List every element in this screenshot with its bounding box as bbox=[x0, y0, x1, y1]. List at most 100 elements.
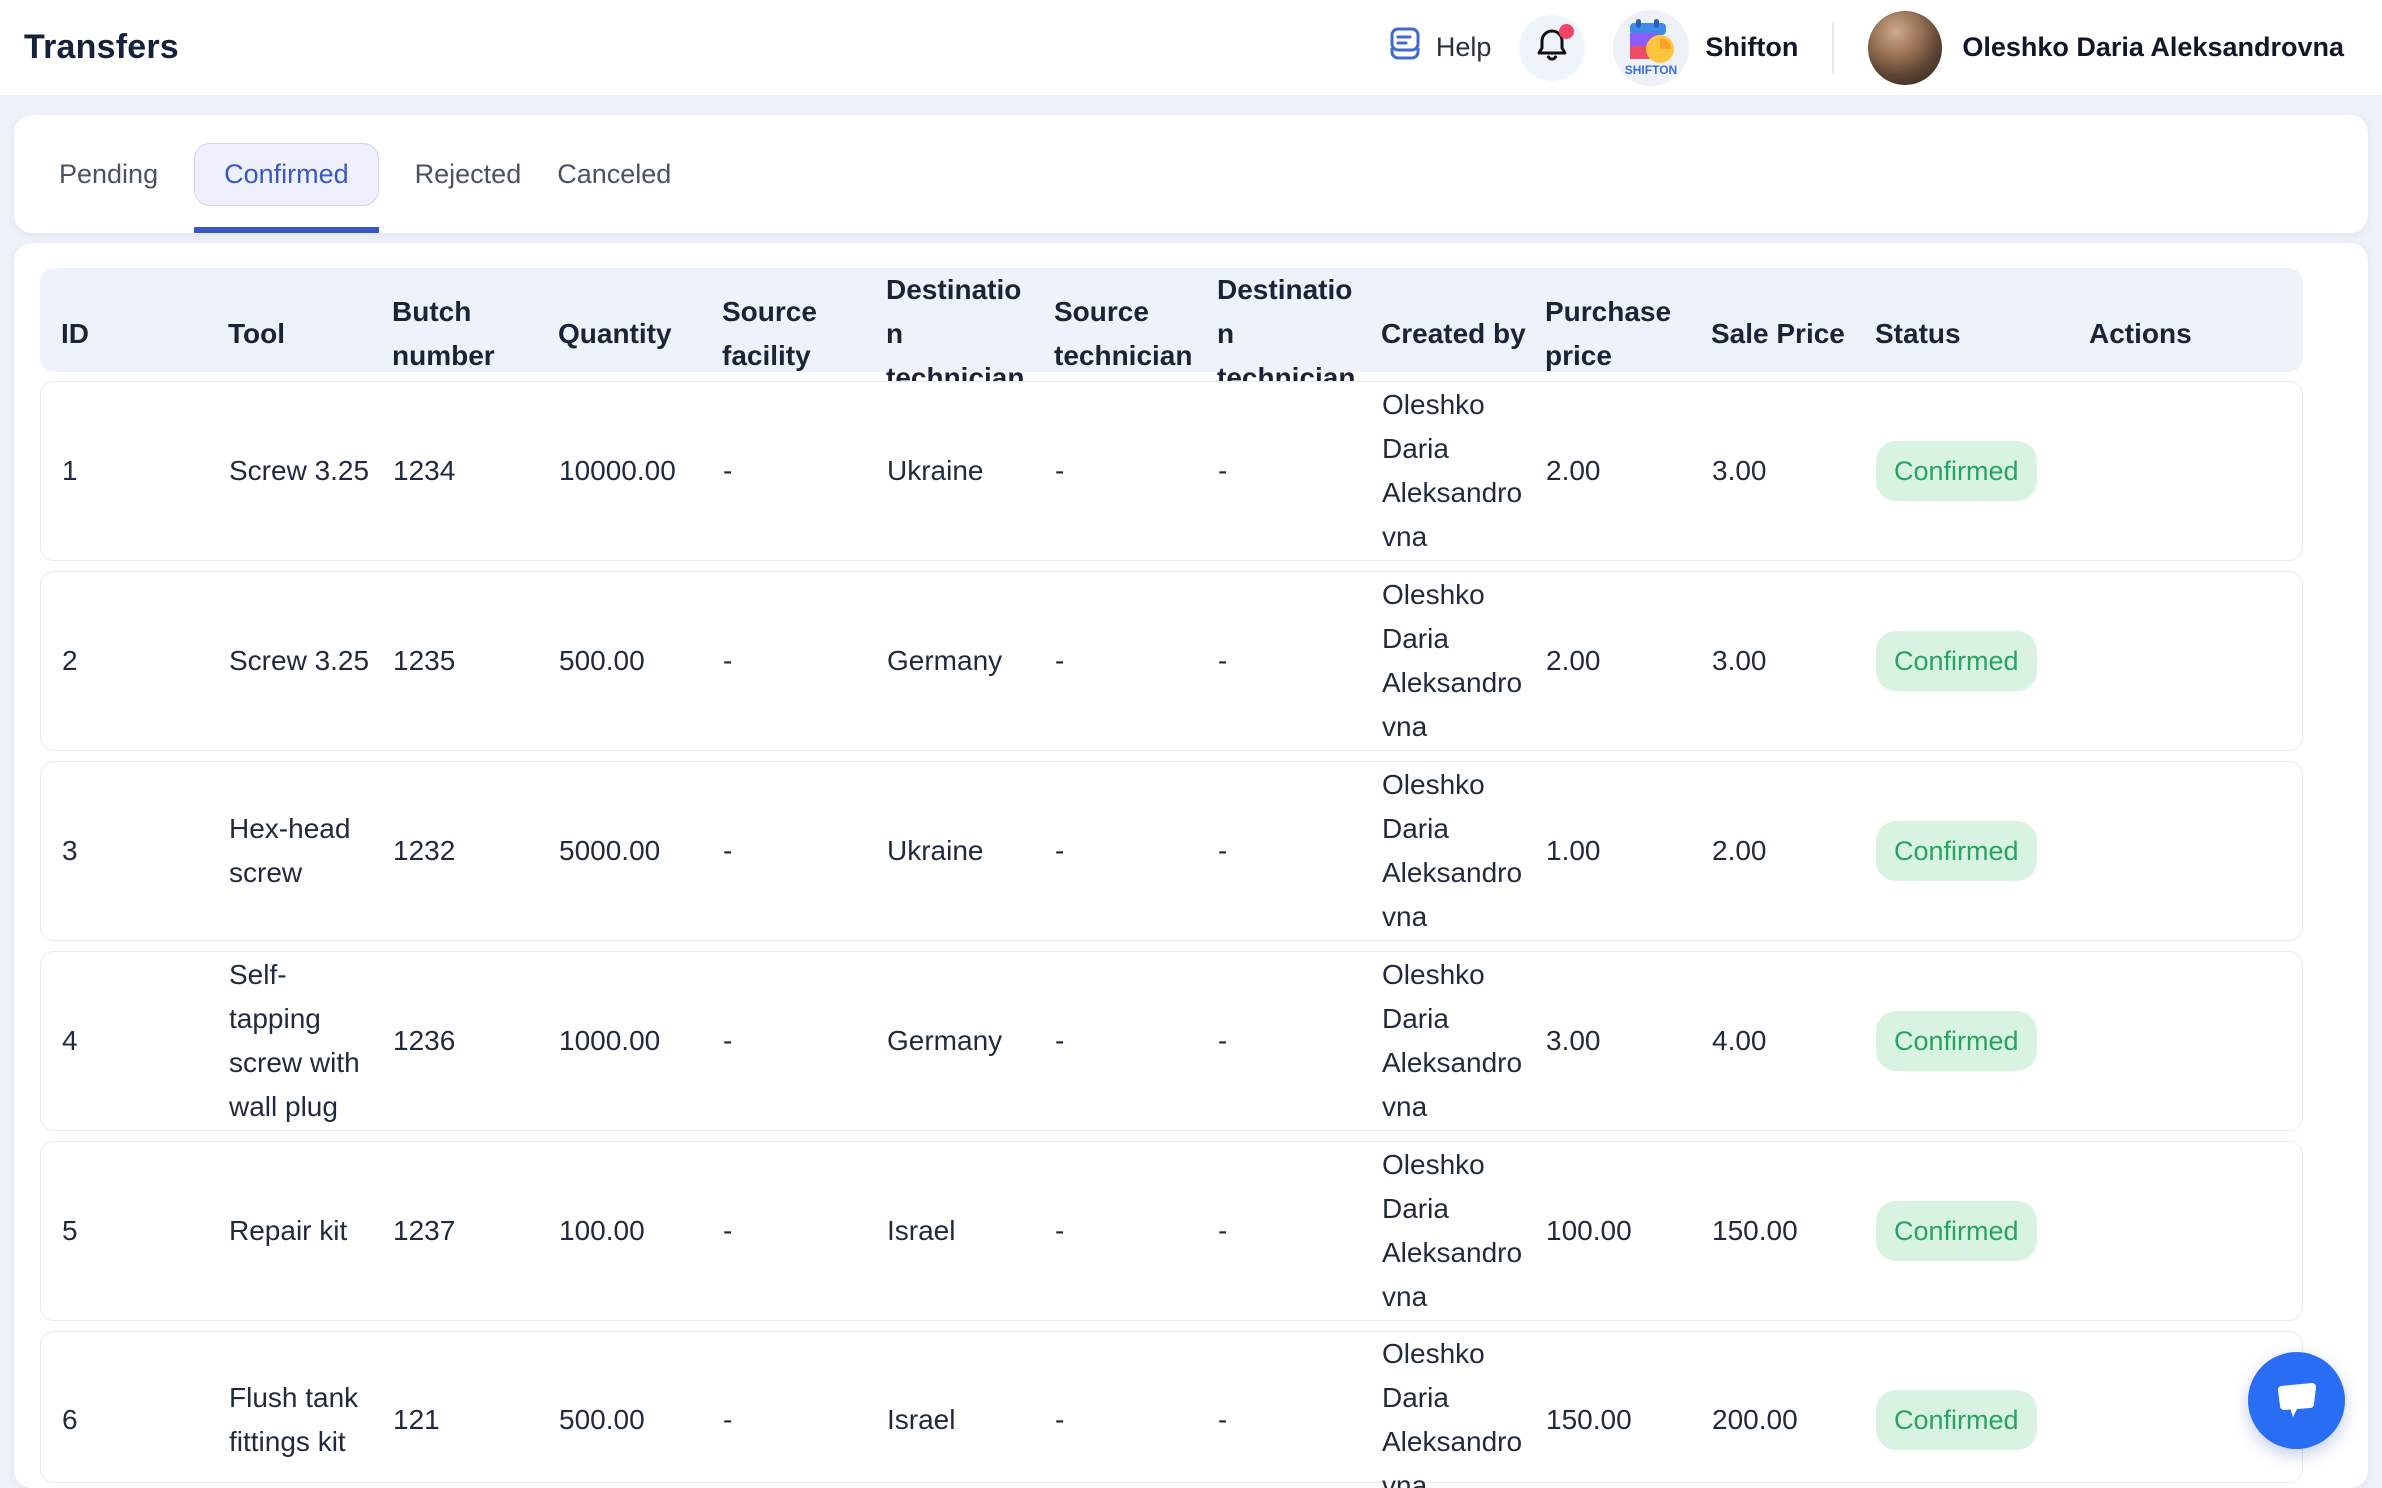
user-menu[interactable]: Oleshko Daria Aleksandrovna bbox=[1868, 11, 2344, 85]
cell-purchase-price: 150.00 bbox=[1546, 1398, 1712, 1442]
cell-destination-technician: Germany bbox=[887, 1019, 1055, 1063]
cell-purchase-price: 3.00 bbox=[1546, 1019, 1712, 1063]
cell-source-facility: - bbox=[723, 449, 887, 493]
col-id: ID bbox=[61, 312, 228, 356]
cell-id: 1 bbox=[62, 449, 229, 493]
table-row[interactable]: 4 Self-tapping screw with wall plug 1236… bbox=[40, 951, 2303, 1131]
cell-tool: Self-tapping screw with wall plug bbox=[229, 953, 393, 1129]
cell-sale-price: 200.00 bbox=[1712, 1398, 1876, 1442]
brand-name: Shifton bbox=[1705, 32, 1798, 63]
cell-tool: Screw 3.25 bbox=[229, 639, 393, 683]
cell-purchase-price: 1.00 bbox=[1546, 829, 1712, 873]
cell-destination-technician-2: - bbox=[1218, 639, 1382, 683]
tab-rejected[interactable]: Rejected bbox=[415, 115, 522, 233]
cell-created-by: Oleshko Daria Aleksandrovna bbox=[1382, 573, 1546, 749]
cell-quantity: 500.00 bbox=[559, 639, 723, 683]
chat-button[interactable] bbox=[2248, 1352, 2345, 1449]
table-row[interactable]: 1 Screw 3.25 1234 10000.00 - Ukraine - -… bbox=[40, 381, 2303, 561]
notification-badge bbox=[1559, 24, 1574, 39]
cell-sale-price: 3.00 bbox=[1712, 449, 1876, 493]
cell-tool: Repair kit bbox=[229, 1209, 393, 1253]
cell-destination-technician-2: - bbox=[1218, 829, 1382, 873]
status-badge: Confirmed bbox=[1876, 1201, 2037, 1261]
cell-sale-price: 4.00 bbox=[1712, 1019, 1876, 1063]
cell-sale-price: 3.00 bbox=[1712, 639, 1876, 683]
cell-status: Confirmed bbox=[1876, 1011, 2090, 1071]
col-status: Status bbox=[1875, 312, 2089, 356]
brand[interactable]: SHIFTON Shifton bbox=[1613, 10, 1798, 86]
cell-source-technician: - bbox=[1055, 829, 1218, 873]
tab-pending-label: Pending bbox=[59, 144, 158, 205]
table-header-row: ID Tool Butch number Quantity Source fac… bbox=[40, 268, 2303, 372]
topbar: Transfers Help bbox=[0, 0, 2382, 95]
cell-butch-number: 1235 bbox=[393, 639, 559, 683]
col-quantity: Quantity bbox=[558, 312, 722, 356]
cell-quantity: 1000.00 bbox=[559, 1019, 723, 1063]
status-tabs-bar: Pending Confirmed Rejected Canceled bbox=[14, 115, 2368, 233]
cell-created-by: Oleshko Daria Aleksandrovna bbox=[1382, 383, 1546, 559]
cell-source-technician: - bbox=[1055, 639, 1218, 683]
svg-text:SHIFTON: SHIFTON bbox=[1625, 63, 1677, 77]
avatar bbox=[1868, 11, 1942, 85]
cell-status: Confirmed bbox=[1876, 1201, 2090, 1261]
cell-butch-number: 1236 bbox=[393, 1019, 559, 1063]
cell-source-facility: - bbox=[723, 829, 887, 873]
cell-butch-number: 1234 bbox=[393, 449, 559, 493]
cell-destination-technician-2: - bbox=[1218, 449, 1382, 493]
user-name: Oleshko Daria Aleksandrovna bbox=[1962, 32, 2344, 63]
table-row[interactable]: 2 Screw 3.25 1235 500.00 - Germany - - O… bbox=[40, 571, 2303, 751]
cell-status: Confirmed bbox=[1876, 821, 2090, 881]
cell-tool: Screw 3.25 bbox=[229, 449, 393, 493]
tab-canceled[interactable]: Canceled bbox=[557, 115, 671, 233]
table-row[interactable]: 3 Hex-head screw 1232 5000.00 - Ukraine … bbox=[40, 761, 2303, 941]
tab-confirmed[interactable]: Confirmed bbox=[194, 115, 379, 233]
tab-pending[interactable]: Pending bbox=[59, 115, 158, 233]
cell-destination-technician: Israel bbox=[887, 1398, 1055, 1442]
cell-created-by: Oleshko Daria Aleksandrovna bbox=[1382, 1332, 1546, 1488]
cell-source-technician: - bbox=[1055, 1398, 1218, 1442]
cell-destination-technician: Ukraine bbox=[887, 829, 1055, 873]
cell-butch-number: 121 bbox=[393, 1398, 559, 1442]
help-label: Help bbox=[1436, 32, 1492, 63]
cell-purchase-price: 2.00 bbox=[1546, 639, 1712, 683]
status-badge: Confirmed bbox=[1876, 821, 2037, 881]
cell-source-technician: - bbox=[1055, 449, 1218, 493]
cell-quantity: 5000.00 bbox=[559, 829, 723, 873]
cell-purchase-price: 2.00 bbox=[1546, 449, 1712, 493]
cell-status: Confirmed bbox=[1876, 1390, 2090, 1450]
cell-quantity: 500.00 bbox=[559, 1398, 723, 1442]
transfers-table: ID Tool Butch number Quantity Source fac… bbox=[14, 243, 2368, 1488]
col-actions: Actions bbox=[2089, 312, 2303, 356]
table-row[interactable]: 6 Flush tank fittings kit 121 500.00 - I… bbox=[40, 1331, 2303, 1483]
cell-source-facility: - bbox=[723, 1019, 887, 1063]
cell-source-technician: - bbox=[1055, 1209, 1218, 1253]
cell-created-by: Oleshko Daria Aleksandrovna bbox=[1382, 1143, 1546, 1319]
cell-id: 2 bbox=[62, 639, 229, 683]
col-source-technician: Source technician bbox=[1054, 290, 1217, 378]
cell-tool: Flush tank fittings kit bbox=[229, 1376, 393, 1464]
cell-id: 4 bbox=[62, 1019, 229, 1063]
status-badge: Confirmed bbox=[1876, 631, 2037, 691]
cell-status: Confirmed bbox=[1876, 441, 2090, 501]
table-body: 1 Screw 3.25 1234 10000.00 - Ukraine - -… bbox=[40, 381, 2342, 1483]
cell-destination-technician-2: - bbox=[1218, 1019, 1382, 1063]
status-badge: Confirmed bbox=[1876, 441, 2037, 501]
cell-tool: Hex-head screw bbox=[229, 807, 393, 895]
col-butch-number: Butch number bbox=[392, 290, 558, 378]
cell-butch-number: 1237 bbox=[393, 1209, 559, 1253]
cell-quantity: 100.00 bbox=[559, 1209, 723, 1253]
col-source-facility: Source facility bbox=[722, 290, 886, 378]
cell-id: 5 bbox=[62, 1209, 229, 1253]
tab-rejected-label: Rejected bbox=[415, 144, 522, 205]
cell-source-facility: - bbox=[723, 1209, 887, 1253]
cell-source-technician: - bbox=[1055, 1019, 1218, 1063]
cell-sale-price: 2.00 bbox=[1712, 829, 1876, 873]
cell-created-by: Oleshko Daria Aleksandrovna bbox=[1382, 953, 1546, 1129]
cell-destination-technician-2: - bbox=[1218, 1398, 1382, 1442]
cell-sale-price: 150.00 bbox=[1712, 1209, 1876, 1253]
notifications-button[interactable] bbox=[1519, 15, 1585, 81]
cell-source-facility: - bbox=[723, 639, 887, 683]
help-button[interactable]: Help bbox=[1388, 26, 1492, 69]
table-row[interactable]: 5 Repair kit 1237 100.00 - Israel - - Ol… bbox=[40, 1141, 2303, 1321]
cell-source-facility: - bbox=[723, 1398, 887, 1442]
